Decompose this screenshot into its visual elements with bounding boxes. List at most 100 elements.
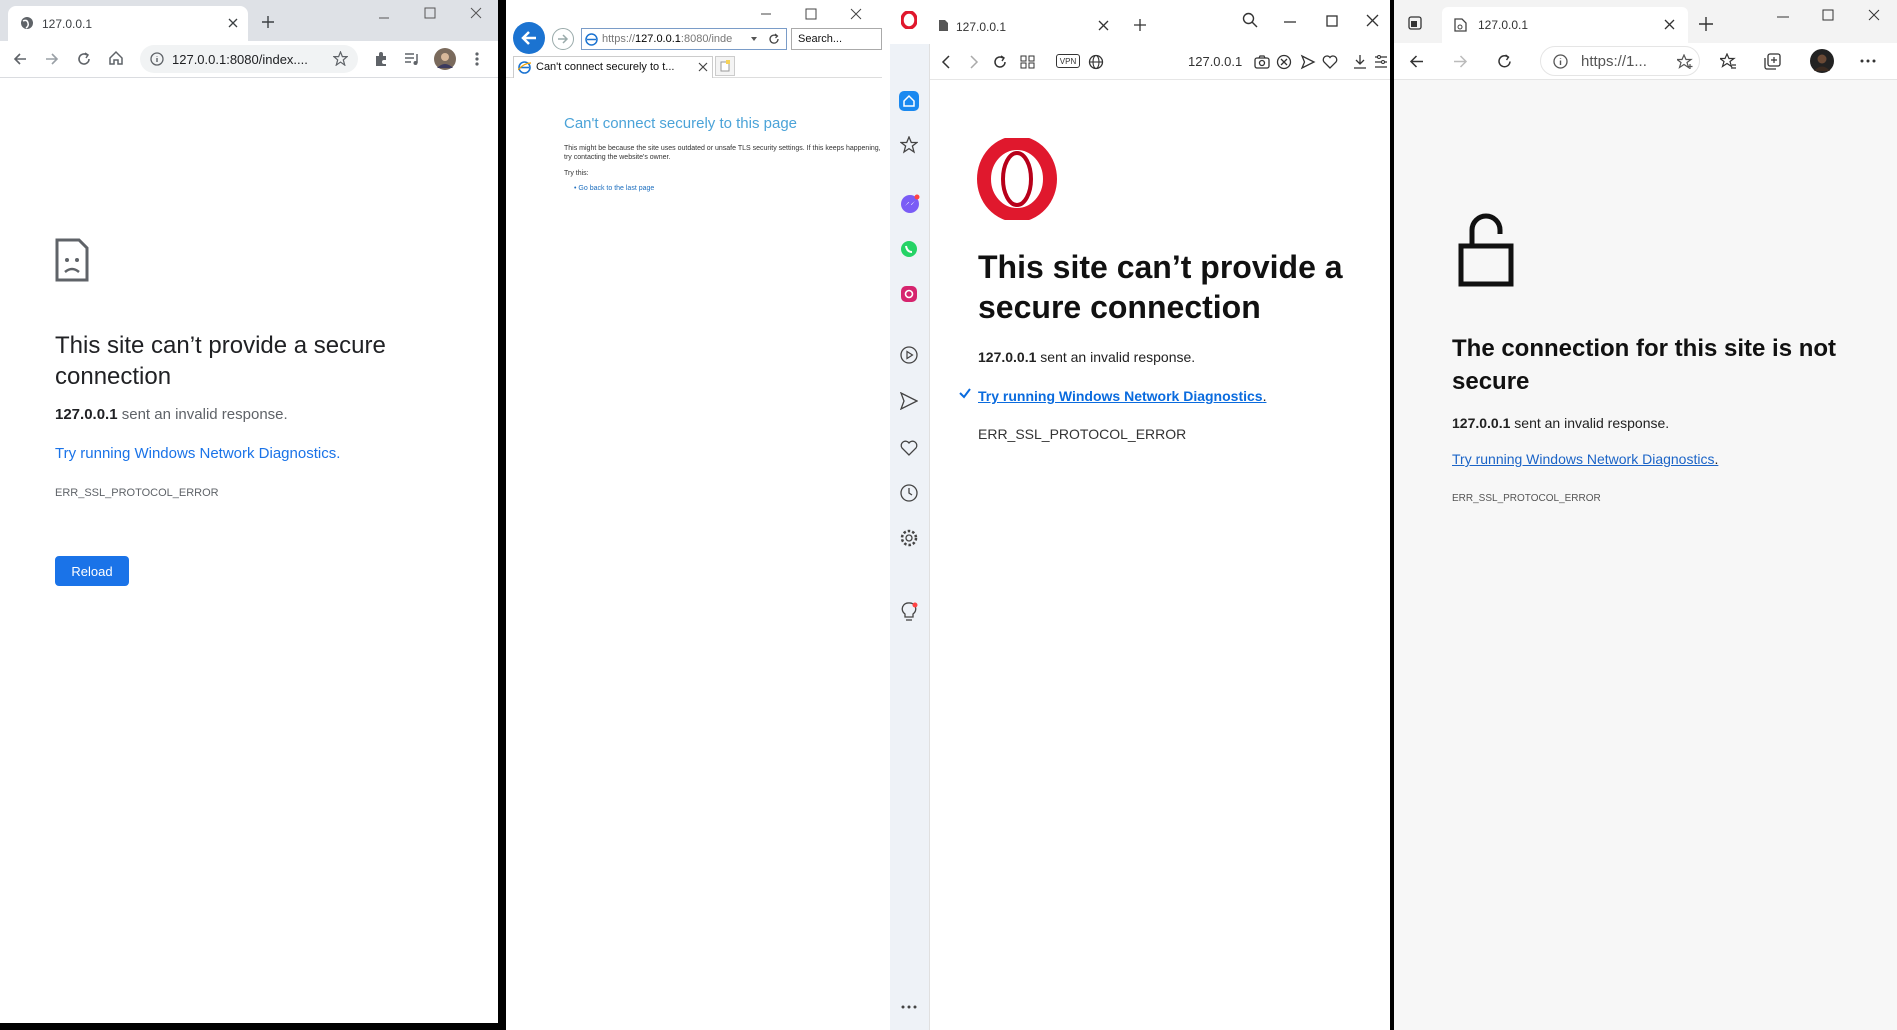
globe-icon[interactable]: [1088, 54, 1104, 70]
plus-icon[interactable]: [261, 15, 275, 29]
plus-icon[interactable]: [1699, 17, 1713, 31]
page-title: Can't connect securely to this page: [564, 115, 797, 132]
window-close-icon[interactable]: [1366, 14, 1379, 27]
info-icon[interactable]: [1553, 54, 1568, 69]
refresh-icon[interactable]: [76, 51, 92, 67]
diagnostics-link[interactable]: Try running Windows Network Diagnostics.: [55, 445, 340, 462]
globe-icon: [20, 16, 34, 30]
download-icon[interactable]: [1352, 54, 1368, 70]
edge-tab[interactable]: 127.0.0.1: [1442, 7, 1688, 43]
address-prefix: https://: [602, 33, 636, 45]
go-back-link[interactable]: • Go back to the last page: [574, 185, 654, 192]
edge-tabstrip: 127.0.0.1: [1394, 0, 1897, 43]
instagram-icon[interactable]: [900, 285, 918, 303]
window-close-icon[interactable]: [850, 8, 862, 20]
more-icon[interactable]: [900, 1004, 918, 1010]
diagnostics-link[interactable]: Try running Windows Network Diagnostics.: [1452, 451, 1718, 467]
opera-tab[interactable]: 127.0.0.1: [930, 6, 1115, 44]
close-icon[interactable]: [698, 62, 708, 72]
adblock-icon[interactable]: [1276, 54, 1292, 70]
chrome-omnibox[interactable]: 127.0.0.1:8080/index....: [140, 45, 358, 73]
forward-icon[interactable]: [44, 51, 60, 67]
camera-icon[interactable]: [1254, 54, 1270, 70]
history-icon[interactable]: [900, 484, 918, 502]
back-icon[interactable]: [12, 51, 28, 67]
extensions-icon[interactable]: [373, 51, 389, 67]
opera-topbar: 127.0.0.1: [890, 0, 1390, 44]
avatar[interactable]: [1810, 49, 1834, 73]
ie-page-icon: [585, 33, 598, 46]
edge-address-text: https://1...: [1581, 53, 1647, 70]
maximize-icon[interactable]: [1326, 15, 1338, 27]
whatsapp-icon[interactable]: [900, 240, 918, 258]
home-icon[interactable]: [108, 50, 124, 66]
star-icon[interactable]: [333, 51, 348, 66]
media-icon[interactable]: [404, 51, 420, 67]
chrome-tab[interactable]: 127.0.0.1: [8, 6, 248, 41]
forward-arrow-icon: [557, 33, 569, 45]
minimize-icon[interactable]: [760, 8, 772, 20]
refresh-icon[interactable]: [992, 54, 1008, 70]
heart-icon[interactable]: [1322, 54, 1338, 70]
search-placeholder: Search...: [798, 33, 843, 45]
info-icon[interactable]: [150, 52, 164, 66]
back-icon[interactable]: [938, 54, 954, 70]
lightbulb-icon[interactable]: [900, 602, 918, 622]
close-icon[interactable]: [227, 17, 239, 29]
player-icon[interactable]: [900, 346, 918, 364]
send-icon[interactable]: [900, 392, 918, 410]
tabs-grid-icon[interactable]: [1020, 54, 1036, 70]
favorites-icon[interactable]: [1720, 53, 1737, 70]
edge-address-bar[interactable]: https://1...: [1540, 46, 1700, 76]
minimize-icon[interactable]: [1284, 20, 1296, 24]
forward-icon[interactable]: [1452, 53, 1469, 70]
opera-toolbar: VPN 127.0.0.1: [930, 44, 1390, 80]
tab-actions-icon[interactable]: [1408, 16, 1422, 30]
diagnostics-link-text: Try running Windows Network Diagnostics: [978, 388, 1263, 404]
menu-icon[interactable]: [1860, 59, 1876, 63]
reload-button[interactable]: Reload: [55, 556, 129, 586]
forward-button[interactable]: [552, 28, 574, 50]
home-icon[interactable]: [898, 90, 920, 112]
link-suffix: .: [1262, 388, 1267, 404]
refresh-icon[interactable]: [1496, 53, 1513, 70]
error-code: ERR_SSL_PROTOCOL_ERROR: [55, 487, 219, 499]
maximize-icon[interactable]: [1822, 9, 1834, 21]
collections-icon[interactable]: [1764, 53, 1781, 70]
avatar[interactable]: [434, 48, 456, 70]
ie-tab[interactable]: Can't connect securely to t...: [513, 56, 713, 78]
forward-icon[interactable]: [966, 54, 982, 70]
back-icon[interactable]: [1408, 53, 1425, 70]
window-close-icon[interactable]: [1868, 9, 1880, 21]
close-icon[interactable]: [1098, 20, 1109, 31]
minimize-icon[interactable]: [378, 12, 390, 24]
maximize-icon[interactable]: [805, 8, 817, 20]
search-icon[interactable]: [1242, 12, 1258, 28]
opera-url[interactable]: 127.0.0.1: [1188, 54, 1242, 69]
edge-window: 127.0.0.1 https://1... The connection fo…: [1394, 0, 1897, 1030]
diagnostics-link[interactable]: Try running Windows Network Diagnostics.: [978, 388, 1266, 404]
settings-icon[interactable]: [900, 529, 918, 547]
ie-address-bar[interactable]: https://127.0.0.1:8080/inde: [581, 28, 787, 50]
new-tab-button[interactable]: [715, 56, 735, 76]
plus-icon[interactable]: [1134, 19, 1146, 31]
menu-icon[interactable]: [474, 51, 480, 67]
close-icon[interactable]: [1664, 19, 1675, 30]
message-text: sent an invalid response.: [117, 406, 288, 423]
back-button[interactable]: [513, 22, 545, 54]
minimize-icon[interactable]: [1777, 15, 1789, 19]
easy-setup-icon[interactable]: [1374, 54, 1388, 70]
star-icon[interactable]: [900, 136, 918, 154]
ie-search-box[interactable]: Search...: [791, 28, 882, 50]
heart-icon[interactable]: [900, 439, 918, 457]
send-icon[interactable]: [1300, 54, 1316, 70]
refresh-icon[interactable]: [768, 33, 780, 45]
vpn-badge[interactable]: VPN: [1056, 54, 1080, 68]
add-favorite-icon[interactable]: [1677, 54, 1693, 70]
dropdown-icon[interactable]: [750, 35, 758, 43]
messenger-icon[interactable]: [900, 194, 920, 214]
window-close-icon[interactable]: [470, 7, 482, 19]
maximize-icon[interactable]: [424, 7, 436, 19]
opera-menu-icon[interactable]: [901, 11, 917, 29]
host-name: 127.0.0.1: [55, 406, 118, 423]
